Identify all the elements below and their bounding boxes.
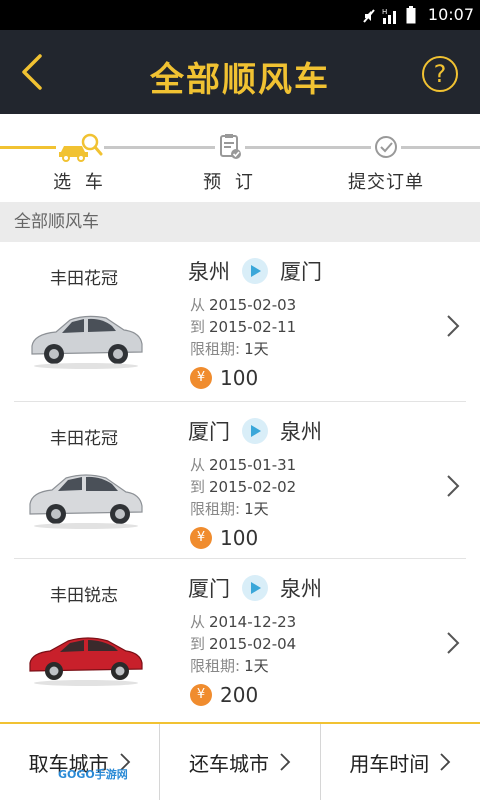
limit-value: 1天 <box>244 657 269 675</box>
start-date: 2015-01-31 <box>209 456 297 474</box>
progress-stepper: 选 车 预 订 提交订单 <box>0 114 480 202</box>
step-select-car: 选 车 <box>20 132 140 194</box>
trip-info: 从 2015-02-03 到 2015-02-11 限租期: 1天 <box>190 294 296 360</box>
trip-info: 从 2014-12-23 到 2015-02-04 限租期: 1天 <box>190 611 296 677</box>
no-sound-icon <box>363 9 375 23</box>
chevron-right-icon <box>280 753 291 771</box>
filter-bar: 取车城市 还车城市 用车时间 <box>0 722 480 800</box>
from-label: 从 <box>190 613 206 631</box>
ride-list: 丰田花冠 泉州 厦门 从 2015-02-03 到 2015-02-11 限租期: 1… <box>0 242 480 716</box>
car-image <box>29 474 143 529</box>
help-button[interactable]: ? <box>422 56 458 92</box>
clock: 10:07 <box>427 5 474 24</box>
pickup-city-filter[interactable]: 取车城市 <box>0 724 161 800</box>
end-date: 2015-02-04 <box>209 635 297 653</box>
signal-icon: H <box>382 8 396 24</box>
route-arrow-icon <box>242 258 268 284</box>
svg-text:H: H <box>382 8 387 16</box>
origin-city: 厦门 <box>188 577 230 601</box>
to-label: 到 <box>190 318 206 336</box>
page-title: 全部顺风车 <box>150 60 330 100</box>
list-item[interactable]: 丰田花冠 泉州 厦门 从 2015-02-03 到 2015-02-11 限租期: 1… <box>14 242 466 402</box>
route: 泉州 厦门 <box>188 256 322 286</box>
start-date: 2015-02-03 <box>209 296 297 314</box>
price-amount: 100 <box>220 366 259 390</box>
end-date-row: 到 2015-02-04 <box>190 633 296 655</box>
from-label: 从 <box>190 296 206 314</box>
limit-value: 1天 <box>244 500 269 518</box>
chevron-right-icon <box>447 632 460 654</box>
limit-row: 限租期: 1天 <box>190 655 296 677</box>
from-label: 从 <box>190 456 206 474</box>
chevron-right-icon <box>447 315 460 337</box>
tab-label: 用车时间 <box>349 751 430 776</box>
origin-city: 厦门 <box>188 420 230 444</box>
limit-row: 限租期: 1天 <box>190 338 296 360</box>
car-model: 丰田花冠 <box>50 429 118 449</box>
start-date-row: 从 2015-01-31 <box>190 454 296 476</box>
end-date-row: 到 2015-02-11 <box>190 316 296 338</box>
car-model: 丰田锐志 <box>50 586 118 606</box>
clipboard-check-icon <box>215 132 245 162</box>
limit-row: 限租期: 1天 <box>190 498 296 520</box>
car-search-icon <box>56 132 104 162</box>
start-date-row: 从 2015-02-03 <box>190 294 296 316</box>
price: ¥ 100 <box>190 526 258 550</box>
rental-time-filter[interactable]: 用车时间 <box>321 724 480 800</box>
step-submit-order: 提交订单 <box>326 132 446 194</box>
route: 厦门 泉州 <box>188 416 322 446</box>
yen-icon: ¥ <box>190 684 212 706</box>
app-header: 全部顺风车 ? <box>0 30 480 114</box>
to-label: 到 <box>190 635 206 653</box>
end-date-row: 到 2015-02-02 <box>190 476 296 498</box>
limit-value: 1天 <box>244 340 269 358</box>
destination-city: 泉州 <box>280 420 322 444</box>
status-icons: H <box>362 6 416 24</box>
watermark: GOGO手游网 <box>58 768 128 781</box>
step-label: 选 车 <box>53 172 107 193</box>
chevron-right-icon <box>440 753 451 771</box>
limit-label: 限租期: <box>190 340 241 358</box>
list-item[interactable]: 丰田花冠 厦门 泉州 从 2015-01-31 到 2015-02-02 限租期: 1… <box>14 402 466 559</box>
price-amount: 100 <box>220 526 259 550</box>
route: 厦门 泉州 <box>188 573 322 603</box>
car-image <box>31 315 143 369</box>
chevron-right-icon <box>447 475 460 497</box>
limit-label: 限租期: <box>190 657 241 675</box>
trip-info: 从 2015-01-31 到 2015-02-02 限租期: 1天 <box>190 454 296 520</box>
tab-label: 还车城市 <box>188 751 269 776</box>
check-circle-icon <box>371 132 401 162</box>
yen-icon: ¥ <box>190 367 212 389</box>
status-bar: H 10:07 <box>0 0 480 30</box>
price: ¥ 200 <box>190 683 258 707</box>
destination-city: 厦门 <box>280 260 322 284</box>
start-date: 2014-12-23 <box>209 613 297 631</box>
battery-icon <box>406 6 416 24</box>
price-amount: 200 <box>220 683 259 707</box>
origin-city: 泉州 <box>188 260 230 284</box>
list-item[interactable]: 丰田锐志 厦门 泉州 从 2014-12-23 到 2015-02-04 限租期: 1… <box>14 559 466 716</box>
end-date: 2015-02-02 <box>209 478 297 496</box>
step-book: 预 订 <box>170 132 290 194</box>
route-arrow-icon <box>242 418 268 444</box>
yen-icon: ¥ <box>190 527 212 549</box>
step-label: 预 订 <box>203 172 257 193</box>
section-header: 全部顺风车 <box>0 202 480 242</box>
end-date: 2015-02-11 <box>209 318 297 336</box>
price: ¥ 100 <box>190 366 258 390</box>
return-city-filter[interactable]: 还车城市 <box>160 724 321 800</box>
car-model: 丰田花冠 <box>50 269 118 289</box>
start-date-row: 从 2014-12-23 <box>190 611 296 633</box>
destination-city: 泉州 <box>280 577 322 601</box>
to-label: 到 <box>190 478 206 496</box>
car-image <box>29 637 143 686</box>
route-arrow-icon <box>242 575 268 601</box>
step-label: 提交订单 <box>348 172 424 193</box>
limit-label: 限租期: <box>190 500 241 518</box>
